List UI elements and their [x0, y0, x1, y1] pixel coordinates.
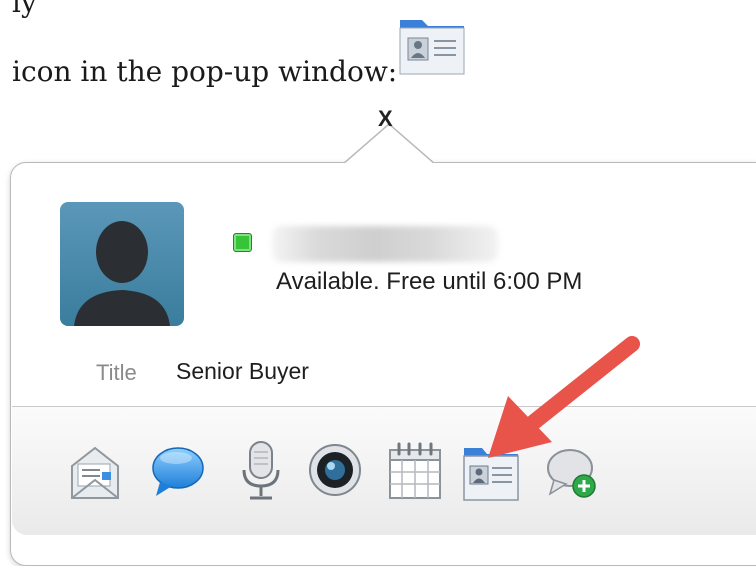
microphone-icon[interactable] — [232, 438, 290, 504]
calendar-icon[interactable] — [386, 438, 444, 504]
video-camera-icon[interactable] — [306, 438, 364, 504]
cursor-anchor: X — [378, 106, 393, 131]
avatar — [60, 202, 184, 326]
title-value: Senior Buyer — [176, 358, 309, 384]
contact-card-icon — [399, 20, 465, 75]
doc-line-2: icon in the pop-up window: — [12, 55, 398, 88]
availability-status: Available. Free until 6:00 PM — [276, 268, 583, 295]
contact-name-redacted — [272, 226, 498, 262]
chat-bubble-icon[interactable] — [148, 438, 206, 504]
person-silhouette-icon — [60, 202, 184, 326]
doc-line-1: ly — [12, 0, 37, 19]
document-text: ly icon in the pop-up window: — [0, 0, 756, 120]
presence-indicator — [233, 233, 252, 252]
annotation-arrow — [488, 336, 640, 458]
email-icon[interactable] — [66, 438, 124, 504]
title-label: Title — [96, 360, 137, 385]
